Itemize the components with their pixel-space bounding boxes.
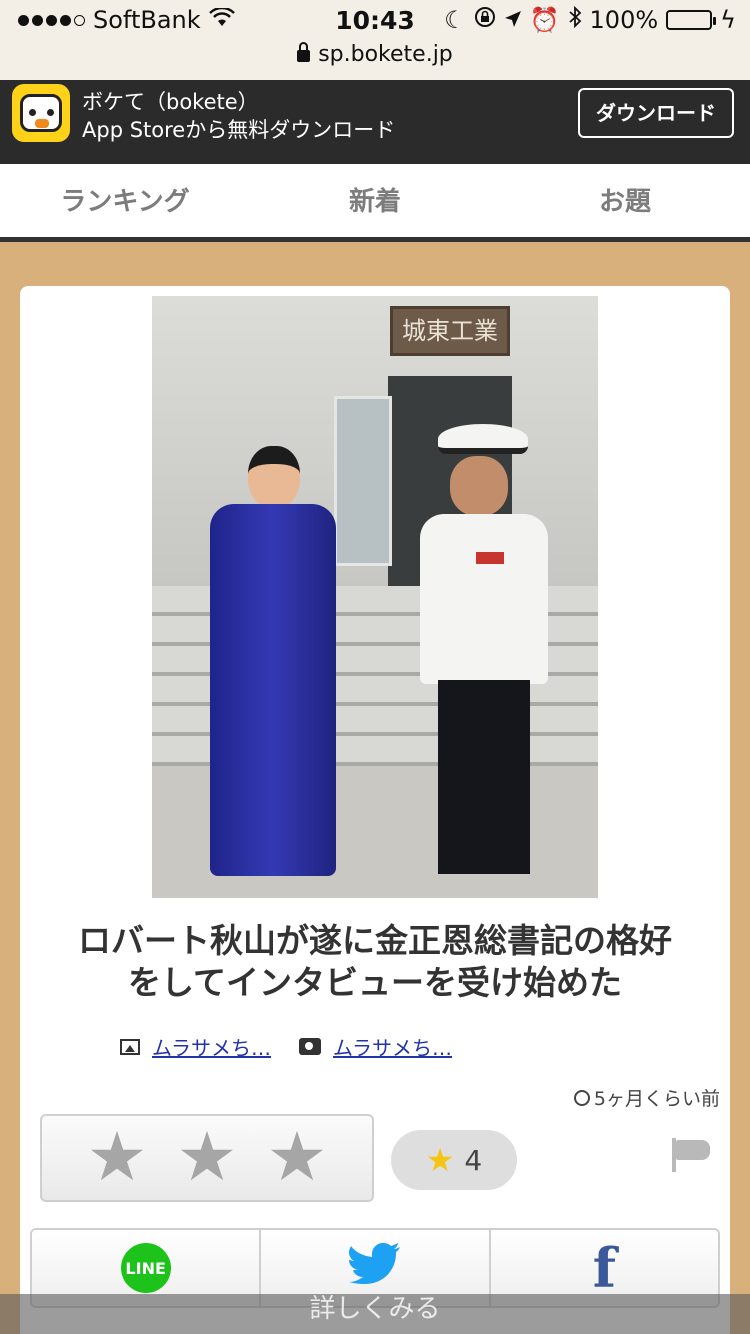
- bokete-app-icon: [12, 84, 70, 142]
- facebook-icon: f: [592, 1236, 616, 1300]
- post-caption: ロバート秋山が遂に金正恩総書記の格好 をしてインタビューを受け始めた: [78, 921, 672, 1002]
- line-icon: LINE: [120, 1243, 171, 1293]
- post-photo[interactable]: 城東工業: [152, 296, 598, 898]
- status-right: ☾ ⏰ 100% ϟ: [444, 5, 736, 34]
- star-count-badge: ★ 4: [391, 1130, 517, 1190]
- photo-credit-link[interactable]: ムラサメち…: [333, 1032, 452, 1061]
- man-in-white-uniform: [420, 424, 550, 874]
- rating-buttons: ★ ★ ★: [40, 1114, 374, 1202]
- lock-icon: [297, 42, 311, 62]
- url-domain: sp.bokete.jp: [318, 42, 453, 67]
- url-bar[interactable]: sp.bokete.jp: [0, 40, 750, 80]
- image-credit: ムラサメち…: [120, 1032, 271, 1061]
- star-2-button[interactable]: ★: [177, 1124, 238, 1192]
- battery-percent: 100%: [589, 6, 659, 34]
- image-credit-link[interactable]: ムラサメち…: [152, 1032, 271, 1061]
- tab-new[interactable]: 新着: [250, 164, 500, 237]
- star-1-button[interactable]: ★: [87, 1124, 148, 1192]
- photo-credit: ムラサメち…: [299, 1032, 452, 1061]
- twitter-bird-icon: [348, 1240, 401, 1296]
- tab-odai[interactable]: お題: [500, 164, 750, 237]
- report-flag-icon[interactable]: [672, 1138, 712, 1172]
- man-in-blue-suit: [204, 446, 344, 876]
- app-banner: ボケて（bokete） App Storeから無料ダウンロード ダウンロード: [0, 80, 750, 164]
- download-button[interactable]: ダウンロード: [578, 88, 734, 138]
- post-credits: ムラサメち… ムラサメち…: [120, 1032, 452, 1061]
- see-more-button[interactable]: 詳しくみる: [0, 1294, 750, 1334]
- building-sign: 城東工業: [390, 306, 510, 356]
- moon-icon: ☾: [444, 6, 466, 34]
- app-name: ボケて（bokete）: [82, 90, 259, 114]
- tab-ranking[interactable]: ランキング: [0, 164, 250, 237]
- charging-icon: ϟ: [720, 6, 736, 34]
- clock-icon: [573, 1089, 590, 1106]
- app-subtitle: App Storeから無料ダウンロード: [82, 118, 396, 142]
- star-icon: ★: [425, 1141, 455, 1179]
- battery-icon: [666, 10, 717, 30]
- camera-icon: [299, 1038, 321, 1055]
- post-time: 5ヶ月くらい前: [573, 1084, 720, 1111]
- bluetooth-icon: [568, 5, 582, 34]
- post-card: 城東工業 ロバート秋山が遂に金正恩総書記の格好 をしてインタビューを受け始めた …: [20, 286, 730, 1334]
- nav-tabs: ランキング 新着 お題: [0, 164, 750, 242]
- image-icon: [120, 1038, 140, 1055]
- rotation-lock-icon: [474, 6, 496, 34]
- location-icon: [504, 6, 522, 34]
- alarm-icon: ⏰: [529, 6, 560, 34]
- star-3-button[interactable]: ★: [267, 1124, 328, 1192]
- status-bar: SoftBank 10:43 ☾ ⏰ 100% ϟ: [0, 0, 750, 40]
